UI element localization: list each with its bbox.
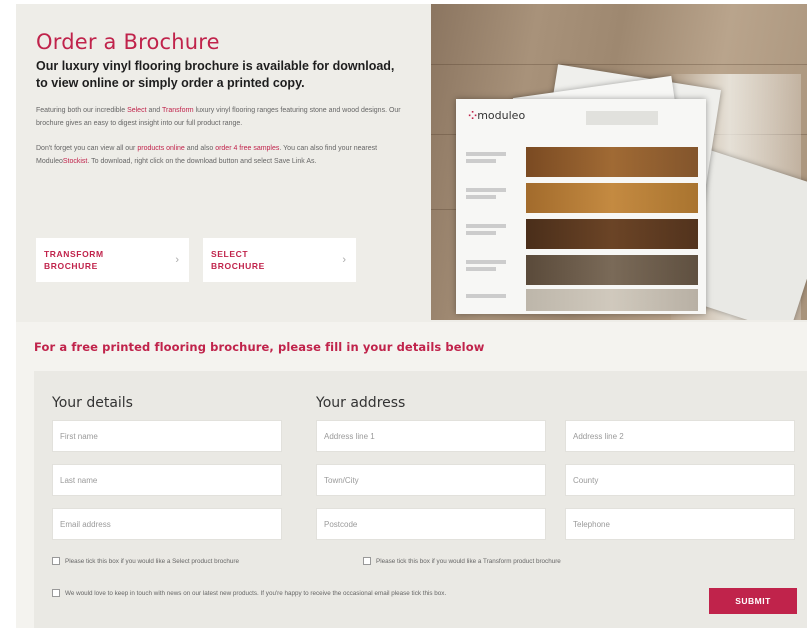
brochure-cover: ⁘moduleo: [456, 99, 706, 314]
para-text: . To download, right click on the downlo…: [87, 157, 317, 165]
brochure-request-form: Your details Your address Please tick th…: [34, 371, 807, 628]
wood-swatch: [526, 255, 698, 285]
select-brochure-checkbox[interactable]: [52, 557, 60, 565]
email-field[interactable]: [52, 508, 282, 540]
logo-text: moduleo: [477, 109, 526, 122]
chevron-right-icon: ›: [175, 254, 179, 266]
products-online-link[interactable]: products online: [137, 145, 184, 152]
swatch-label: [466, 147, 518, 177]
stockist-link[interactable]: Stockist: [63, 158, 88, 165]
free-samples-link[interactable]: order 4 free samples: [215, 145, 279, 152]
swatch-label: [466, 255, 518, 285]
checkbox-label: Please tick this box if you would like a…: [65, 557, 239, 565]
town-city-field[interactable]: [316, 464, 546, 496]
floor-plank-line: [431, 64, 807, 65]
first-name-field[interactable]: [52, 420, 282, 452]
telephone-field[interactable]: [565, 508, 795, 540]
brochure-photo: ⁘moduleo: [431, 4, 807, 320]
county-field[interactable]: [565, 464, 795, 496]
brochure-buttons: TRANSFORM BROCHURE › SELECT BROCHURE ›: [36, 238, 356, 282]
wood-swatch: [526, 147, 698, 177]
select-brochure-checkbox-row[interactable]: Please tick this box if you would like a…: [52, 557, 239, 565]
last-name-field[interactable]: [52, 464, 282, 496]
form-heading: For a free printed flooring brochure, pl…: [34, 340, 485, 354]
postcode-field[interactable]: [316, 508, 546, 540]
swatch-label: [466, 219, 518, 249]
info-paragraph: Don't forget you can view all our produc…: [36, 143, 406, 168]
para-text: and also: [184, 145, 216, 152]
checkbox-label: Please tick this box if you would like a…: [376, 557, 561, 565]
hero-text: Order a Brochure Our luxury vinyl floori…: [36, 30, 406, 168]
chevron-right-icon: ›: [342, 254, 346, 266]
transform-brochure-button[interactable]: TRANSFORM BROCHURE ›: [36, 238, 189, 282]
intro-paragraph: Featuring both our incredible Select and…: [36, 105, 406, 130]
swatch-label: [466, 289, 518, 311]
address-line-1-field[interactable]: [316, 420, 546, 452]
transform-brochure-checkbox-row[interactable]: Please tick this box if you would like a…: [363, 557, 561, 565]
wood-swatch: [526, 289, 698, 311]
checkbox-label: We would love to keep in touch with news…: [65, 589, 447, 597]
button-label: SELECT BROCHURE: [211, 249, 265, 271]
your-details-title: Your details: [52, 395, 133, 411]
page-title: Order a Brochure: [36, 30, 220, 54]
submit-button[interactable]: SUBMIT: [709, 588, 797, 614]
para-text: Don't forget you can view all our: [36, 145, 138, 152]
transform-brochure-checkbox[interactable]: [363, 557, 371, 565]
wood-swatch: [526, 183, 698, 213]
button-label: TRANSFORM BROCHURE: [44, 249, 104, 271]
address-line-2-field[interactable]: [565, 420, 795, 452]
wood-swatch: [526, 219, 698, 249]
moduleo-logo: ⁘moduleo: [468, 109, 526, 122]
your-address-title: Your address: [316, 395, 406, 411]
para-text: and: [146, 107, 162, 114]
select-brochure-button[interactable]: SELECT BROCHURE ›: [203, 238, 356, 282]
para-text: Featuring both our incredible: [36, 107, 128, 114]
logo-tag: [586, 111, 658, 125]
hero-subtitle: Our luxury vinyl flooring brochure is av…: [36, 59, 395, 90]
swatch-label: [466, 183, 518, 213]
newsletter-checkbox-row[interactable]: We would love to keep in touch with news…: [52, 589, 446, 597]
transform-link[interactable]: Transform: [162, 107, 194, 114]
newsletter-checkbox[interactable]: [52, 589, 60, 597]
select-link[interactable]: Select: [127, 107, 146, 114]
